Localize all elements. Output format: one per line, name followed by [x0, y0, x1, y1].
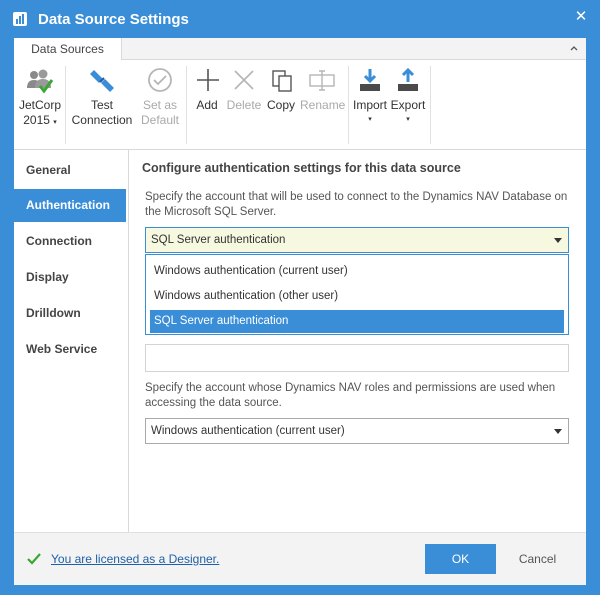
set-as-default-button[interactable]: Set as Default — [138, 66, 182, 128]
footer-bar: You are licensed as a Designer. OK Cance… — [14, 532, 586, 585]
panel-title: Configure authentication settings for th… — [142, 161, 461, 175]
permissions-account-description: Specify the account whose Dynamics NAV r… — [145, 382, 556, 409]
connection-auth-value: SQL Server authentication — [151, 234, 286, 246]
ribbon-separator — [348, 66, 349, 144]
close-button[interactable]: ✕ — [570, 6, 592, 28]
copy-icon — [266, 66, 298, 96]
delete-label: Delete — [226, 98, 262, 112]
option-windows-other-user[interactable]: Windows authentication (other user) — [150, 285, 564, 308]
data-source-settings-window: Data Source Settings ✕ Data Sources JetC… — [0, 0, 600, 595]
chevron-down-icon — [554, 429, 562, 434]
permissions-auth-value: Windows authentication (current user) — [151, 425, 345, 437]
set-as-default-label-line2: Default — [140, 113, 180, 127]
check-circle-icon — [144, 66, 176, 96]
option-sql-server-auth[interactable]: SQL Server authentication — [150, 310, 564, 333]
jetcorp-label-line1: JetCorp — [18, 98, 62, 112]
rename-button[interactable]: Rename — [300, 66, 346, 113]
delete-button[interactable]: Delete — [226, 66, 262, 113]
ribbon-separator — [430, 66, 431, 144]
test-connection-icon — [86, 66, 118, 96]
sidebar-item-web-service[interactable]: Web Service — [14, 333, 126, 366]
ribbon: Data Sources JetCorp 2015 ▾ Test Connect… — [14, 38, 586, 150]
copy-label: Copy — [266, 98, 295, 112]
sidebar-item-general[interactable]: General — [14, 154, 126, 187]
jetcorp-2015-button[interactable]: JetCorp 2015 ▾ — [18, 66, 62, 130]
chevron-down-icon — [554, 238, 562, 243]
ribbon-separator — [65, 66, 66, 144]
sidebar-item-display[interactable]: Display — [14, 261, 126, 294]
ribbon-tab-strip: Data Sources — [14, 38, 586, 60]
title-bar: Data Source Settings ✕ — [0, 0, 600, 38]
copy-button[interactable]: Copy — [266, 66, 296, 113]
rename-label: Rename — [300, 98, 346, 112]
rename-icon — [306, 66, 338, 96]
cancel-button[interactable]: Cancel — [502, 544, 573, 574]
permissions-auth-dropdown[interactable]: Windows authentication (current user) — [145, 418, 569, 444]
connection-auth-dropdown[interactable]: SQL Server authentication — [145, 227, 569, 253]
ok-button[interactable]: OK — [425, 544, 496, 574]
tab-data-sources[interactable]: Data Sources — [14, 38, 122, 60]
license-link[interactable]: You are licensed as a Designer. — [51, 552, 219, 566]
import-dropdown-arrow: ▾ — [368, 116, 372, 123]
sidebar-item-connection[interactable]: Connection — [14, 225, 126, 258]
sidebar-item-drilldown[interactable]: Drilldown — [14, 297, 126, 330]
jetcorp-label-line2: 2015 ▾ — [23, 113, 57, 127]
window-title: Data Source Settings — [38, 11, 189, 28]
x-delete-icon — [228, 66, 260, 96]
test-connection-label-line1: Test — [90, 98, 113, 112]
export-dropdown-arrow: ▾ — [406, 116, 410, 123]
auth-options-list: Windows authentication (current user) Wi… — [145, 254, 569, 335]
test-connection-button[interactable]: Test Connection — [70, 66, 134, 128]
app-chart-icon — [13, 12, 27, 26]
collapse-ribbon-icon[interactable] — [568, 42, 580, 54]
import-button[interactable]: Import ▾ — [352, 66, 388, 127]
import-icon — [354, 66, 386, 96]
ribbon-separator — [186, 66, 187, 144]
content-area: General Authentication Connection Displa… — [14, 150, 586, 532]
add-button[interactable]: Add — [192, 66, 222, 113]
settings-sidebar: General Authentication Connection Displa… — [14, 150, 129, 532]
export-icon — [392, 66, 424, 96]
test-connection-label-line2: Connection — [71, 113, 133, 127]
add-label: Add — [196, 98, 218, 112]
plus-icon — [192, 66, 224, 96]
set-as-default-label-line1: Set as — [142, 98, 178, 112]
export-label: Export — [390, 98, 426, 112]
export-button[interactable]: Export ▾ — [390, 66, 426, 127]
option-windows-current-user[interactable]: Windows authentication (current user) — [150, 260, 564, 283]
users-check-icon — [24, 66, 56, 96]
credentials-input[interactable] — [145, 344, 569, 372]
license-check-icon — [26, 551, 42, 567]
import-label: Import — [352, 98, 387, 112]
authentication-panel: Configure authentication settings for th… — [142, 150, 580, 532]
sidebar-item-authentication[interactable]: Authentication — [14, 189, 126, 222]
connection-account-description: Specify the account that will be used to… — [145, 191, 568, 218]
